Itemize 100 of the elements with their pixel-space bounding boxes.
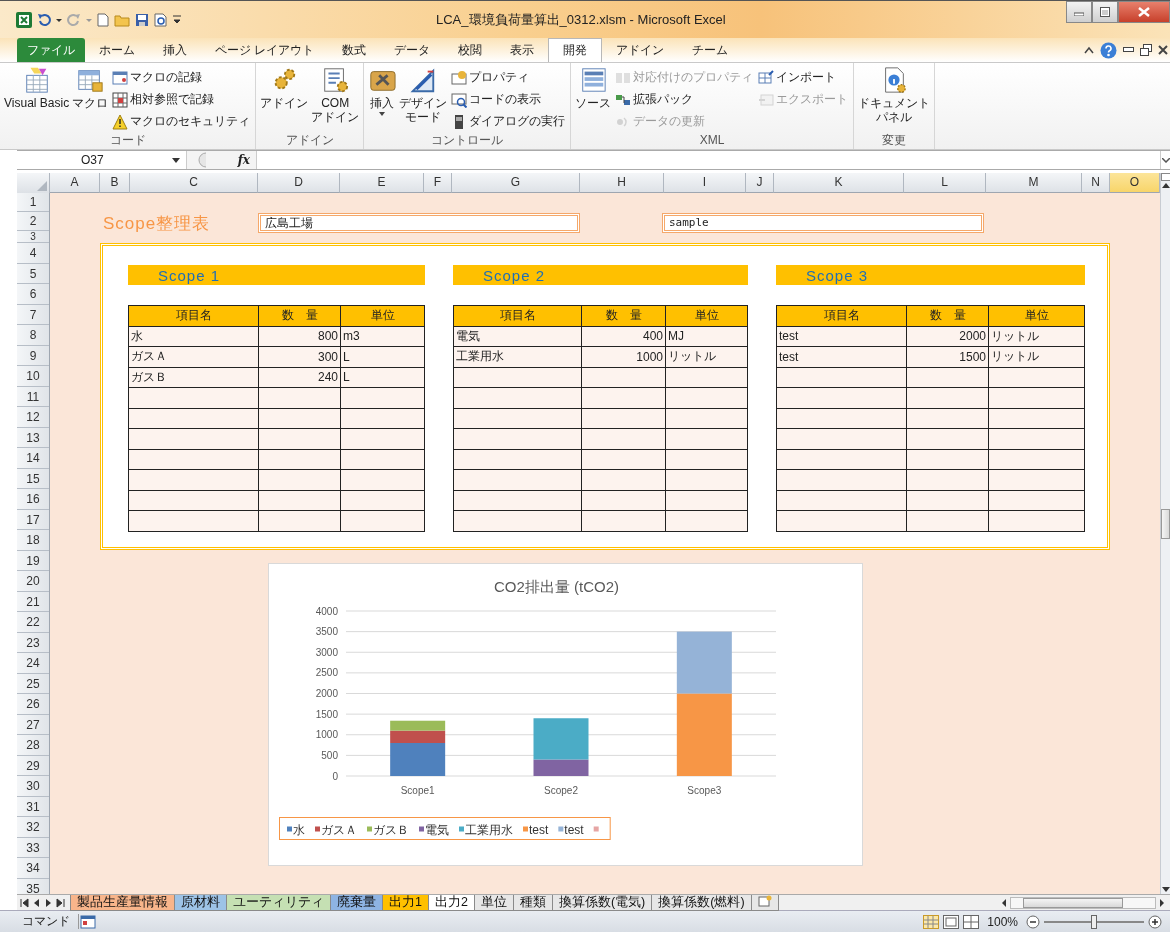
- ribbon-tab[interactable]: チーム: [678, 38, 743, 62]
- new-sheet-button[interactable]: [750, 894, 779, 911]
- expand-icon[interactable]: [1161, 157, 1170, 163]
- ribbon-button[interactable]: Visual Basic: [3, 65, 71, 133]
- ribbon-tab[interactable]: データ: [380, 38, 445, 62]
- ribbon-tab[interactable]: アドイン: [602, 38, 679, 62]
- row-header[interactable]: 33: [17, 837, 49, 858]
- row-header[interactable]: 18: [17, 530, 49, 551]
- row-header[interactable]: 8: [17, 325, 49, 346]
- row-header[interactable]: 21: [17, 591, 49, 612]
- row-header[interactable]: 1: [17, 193, 49, 212]
- ribbon-tab[interactable]: ファイル: [17, 38, 85, 62]
- print-preview-icon[interactable]: [154, 12, 168, 27]
- scroll-right-icon[interactable]: [1158, 897, 1166, 908]
- ribbon-button[interactable]: マクロのセキュリティ: [110, 111, 253, 132]
- row-header[interactable]: 12: [17, 407, 49, 428]
- previous-sheet-icon[interactable]: [32, 897, 41, 908]
- ribbon-button[interactable]: デザイン モード: [398, 65, 449, 133]
- row-header[interactable]: 16: [17, 489, 49, 510]
- scroll-left-icon[interactable]: [1000, 897, 1008, 908]
- row-header[interactable]: 22: [17, 612, 49, 633]
- ribbon-button[interactable]: ソース: [574, 65, 613, 133]
- macro-record-icon[interactable]: [79, 914, 97, 929]
- ribbon-tab[interactable]: 数式: [328, 38, 381, 62]
- row-header[interactable]: 19: [17, 550, 49, 571]
- sheet-tab[interactable]: 製品生産量情報: [70, 894, 175, 911]
- sheet-tab[interactable]: 換算係数(電気): [551, 894, 653, 911]
- sheet-tab[interactable]: ユーティリティ: [226, 894, 331, 911]
- ribbon-button[interactable]: ダイアログの実行: [449, 111, 568, 132]
- scroll-thumb[interactable]: [1023, 897, 1123, 908]
- ribbon-button[interactable]: インポート: [756, 67, 851, 88]
- ribbon-tab[interactable]: 表示: [496, 38, 549, 62]
- row-header[interactable]: 3: [17, 231, 49, 243]
- row-header[interactable]: 17: [17, 509, 49, 530]
- ribbon-tab[interactable]: 校閲: [444, 38, 497, 62]
- ribbon-button[interactable]: マクロ: [71, 65, 110, 133]
- ribbon-button[interactable]: プロパティ: [449, 67, 568, 88]
- ribbon-button[interactable]: 相対参照で記録: [110, 89, 253, 110]
- row-header[interactable]: 28: [17, 735, 49, 756]
- next-sheet-icon[interactable]: [44, 897, 53, 908]
- row-header[interactable]: 20: [17, 571, 49, 592]
- input-field[interactable]: 広島工場: [258, 213, 580, 233]
- row-header[interactable]: 25: [17, 673, 49, 694]
- row-header[interactable]: 24: [17, 653, 49, 674]
- row-header[interactable]: 23: [17, 632, 49, 653]
- close-button[interactable]: [1118, 1, 1170, 23]
- save-icon[interactable]: [135, 12, 149, 27]
- scroll-thumb[interactable]: [1161, 509, 1170, 539]
- ribbon-button[interactable]: マクロの記録: [110, 67, 253, 88]
- minimize-icon[interactable]: [1123, 47, 1134, 53]
- ribbon-button[interactable]: ドキュメント パネル: [857, 65, 932, 133]
- ribbon-tab[interactable]: ページ レイアウト: [201, 38, 329, 62]
- row-header[interactable]: 7: [17, 304, 49, 325]
- zoom-out-icon[interactable]: [1026, 914, 1040, 929]
- row-header[interactable]: 27: [17, 714, 49, 735]
- row-header[interactable]: 2: [17, 212, 49, 231]
- help-icon[interactable]: [1100, 41, 1117, 59]
- row-header[interactable]: 31: [17, 796, 49, 817]
- row-header[interactable]: 6: [17, 284, 49, 305]
- input-field[interactable]: sample: [662, 213, 984, 233]
- ribbon-button[interactable]: 拡張パック: [613, 89, 756, 110]
- insert-function-button[interactable]: fx: [237, 153, 250, 167]
- excel-logo-icon[interactable]: [16, 11, 32, 28]
- page-break-icon[interactable]: [963, 914, 980, 929]
- ribbon-tab[interactable]: 挿入: [149, 38, 201, 62]
- zoom-slider-thumb[interactable]: [1091, 914, 1097, 929]
- ribbon-tab[interactable]: ホーム: [85, 38, 149, 62]
- ribbon-button[interactable]: COM アドイン: [310, 65, 361, 133]
- sheet-tab[interactable]: 換算係数(燃料): [651, 894, 752, 911]
- zoom-in-icon[interactable]: [1148, 914, 1162, 929]
- collapse-ribbon-icon[interactable]: [1084, 46, 1094, 54]
- row-header[interactable]: 32: [17, 817, 49, 838]
- sheet-tab[interactable]: 単位: [473, 894, 514, 911]
- sheet-tab[interactable]: 廃棄量: [330, 894, 383, 911]
- last-sheet-icon[interactable]: [56, 897, 65, 908]
- page-layout-icon[interactable]: [943, 914, 960, 929]
- scroll-up-icon[interactable]: [1161, 181, 1170, 189]
- row-header[interactable]: 11: [17, 386, 49, 407]
- column-header[interactable]: O: [1110, 173, 1160, 193]
- row-header[interactable]: 29: [17, 755, 49, 776]
- row-header[interactable]: 10: [17, 366, 49, 387]
- row-header[interactable]: 9: [17, 345, 49, 366]
- sheet-tab[interactable]: 原材料: [174, 894, 227, 911]
- ribbon-tab[interactable]: 開発: [548, 38, 603, 62]
- sheet-tab[interactable]: 出力1: [382, 894, 429, 911]
- maximize-button[interactable]: [1092, 1, 1118, 23]
- new-document-icon[interactable]: [97, 12, 109, 27]
- first-sheet-icon[interactable]: [20, 897, 29, 908]
- ribbon-button[interactable]: 挿入: [367, 65, 398, 133]
- row-header[interactable]: 34: [17, 858, 49, 879]
- row-header[interactable]: 5: [17, 263, 49, 284]
- sheet-tab[interactable]: 出力2: [427, 894, 475, 911]
- row-header[interactable]: 4: [17, 243, 49, 264]
- row-header[interactable]: 26: [17, 694, 49, 715]
- restore-icon[interactable]: [1140, 44, 1152, 56]
- ribbon-button[interactable]: アドイン: [259, 65, 310, 133]
- undo-icon[interactable]: [37, 12, 51, 27]
- row-header[interactable]: 13: [17, 427, 49, 448]
- split-handle-icon[interactable]: [1161, 173, 1170, 181]
- ribbon-button[interactable]: コードの表示: [449, 89, 568, 110]
